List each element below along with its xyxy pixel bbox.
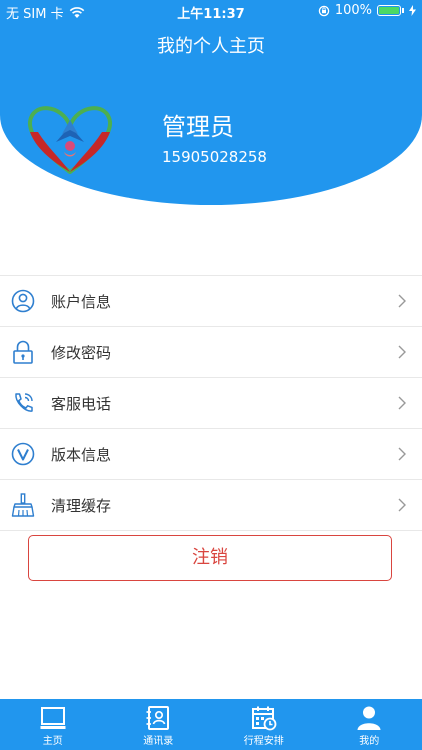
menu-item-customer-service[interactable]: 客服电话 [0,378,422,429]
orientation-lock-icon [318,5,330,16]
menu-item-label: 客服电话 [51,395,112,413]
menu-item-change-password[interactable]: 修改密码 [0,327,422,378]
menu-item-account-info[interactable]: 账户信息 [0,276,422,327]
logout-button[interactable]: 注销 [28,535,392,581]
chevron-right-icon [398,294,406,308]
tab-label: 主页 [42,736,63,747]
menu-item-label: 账户信息 [51,293,112,311]
person-icon [357,706,381,730]
status-bar: 无 SIM 卡 上午11:37 100% [0,0,422,22]
tab-label: 行程安排 [243,736,284,747]
menu-item-clear-cache[interactable]: 清理缓存 [0,480,422,531]
tab-schedule[interactable]: 行程安排 [211,699,317,750]
menu-item-label: 修改密码 [51,344,112,362]
version-icon [11,442,35,466]
settings-menu: 账户信息 修改密码 客服电话 版本信息 清理缓存 [0,275,422,531]
phone-icon [15,393,33,412]
menu-item-version-info[interactable]: 版本信息 [0,429,422,480]
profile-phone: 15905028258 [162,148,267,166]
tab-label: 我的 [359,736,380,747]
avatar-logo-icon[interactable] [26,96,114,174]
page-title: 我的个人主页 [157,36,265,57]
battery-tip [402,8,404,13]
profile-name: 管理员 [162,113,234,141]
broom-icon [11,493,35,517]
charging-icon [409,5,416,16]
tab-contacts[interactable]: 通讯录 [106,699,212,750]
monitor-icon [40,707,66,729]
chevron-right-icon [398,345,406,359]
tab-mine[interactable]: 我的 [317,699,422,750]
calendar-icon [251,706,277,731]
contacts-icon [146,706,170,730]
chevron-right-icon [398,447,406,461]
tab-home[interactable]: 主页 [0,699,106,750]
user-icon [11,289,35,313]
battery-icon [377,5,401,16]
battery-percent: 100% [334,3,372,18]
chevron-right-icon [398,396,406,410]
chevron-right-icon [398,498,406,512]
menu-item-label: 版本信息 [51,446,112,464]
menu-item-label: 清理缓存 [51,497,112,515]
tab-label: 通讯录 [143,736,174,747]
lock-icon [13,340,33,364]
tab-bar: 主页 通讯录 行程安排 我的 [0,699,422,750]
